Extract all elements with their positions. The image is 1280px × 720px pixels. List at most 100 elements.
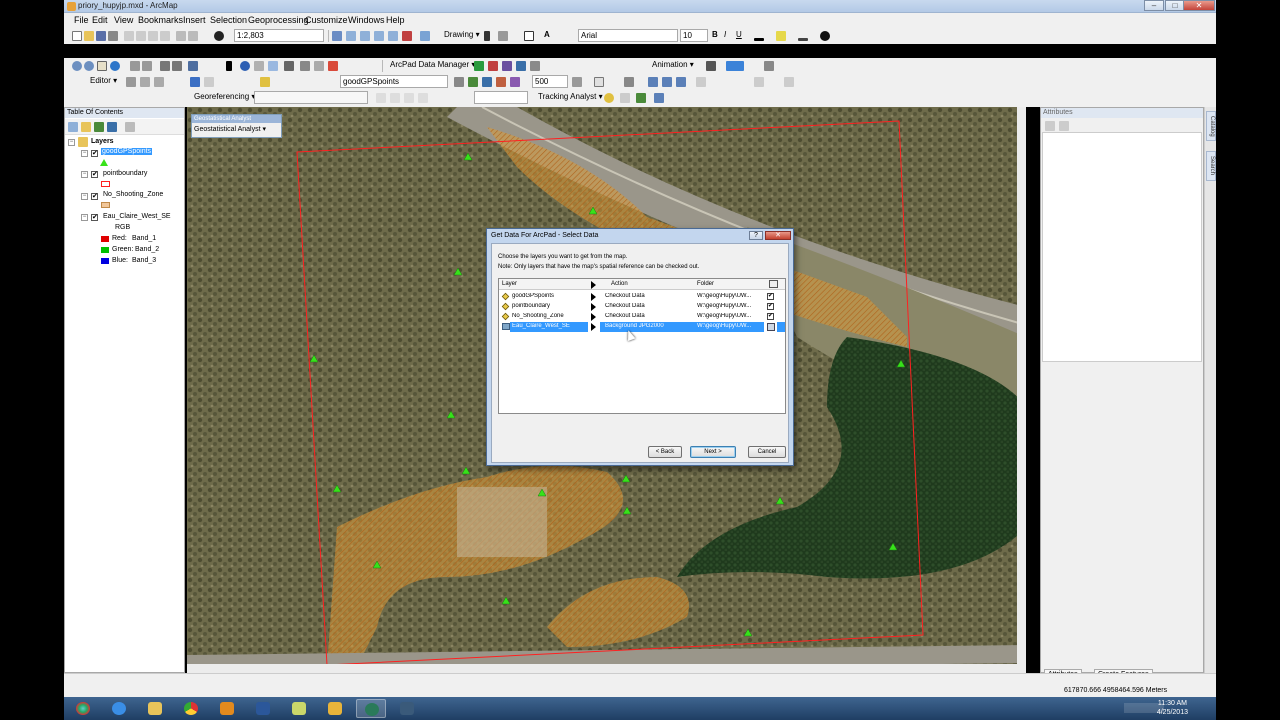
forward-extent-icon[interactable] (172, 61, 182, 71)
edit-tool-icon[interactable] (126, 77, 136, 87)
grid-row[interactable]: No_Shooting_Zone Checkout Data W:\geog\H… (499, 312, 785, 322)
editor-menu[interactable]: Editor ▾ (90, 76, 117, 85)
animation-export-icon[interactable] (676, 77, 686, 87)
effects-2-icon[interactable] (754, 77, 764, 87)
menu-file[interactable]: File (74, 15, 89, 25)
georef-table-icon[interactable] (418, 93, 428, 103)
list-by-source-icon[interactable] (81, 122, 91, 132)
attr-tool-2-icon[interactable] (1059, 121, 1069, 131)
layer-combo[interactable]: goodGPSpoints (340, 75, 448, 88)
arcpad-tools-icon[interactable] (502, 61, 512, 71)
geostatistical-analyst-menu[interactable]: Geostatistical Analyst ▾ (194, 125, 266, 133)
minimize-button[interactable]: – (1144, 0, 1164, 11)
line-color-icon[interactable] (798, 38, 808, 41)
menu-selection[interactable]: Selection (210, 15, 247, 25)
get-data-arcpad-2-icon[interactable] (488, 61, 498, 71)
pan-icon[interactable] (97, 61, 107, 71)
marker-color-icon[interactable] (820, 31, 830, 41)
row-options-icon[interactable] (767, 323, 775, 331)
add-data-icon[interactable] (214, 31, 224, 41)
arcpad-deploy-icon[interactable] (516, 61, 526, 71)
menu-customize[interactable]: Customize (305, 15, 348, 25)
fixed-zoom-out-icon[interactable] (142, 61, 152, 71)
map-horizontal-scrollbar[interactable] (187, 664, 1026, 673)
html-popup-icon[interactable] (268, 61, 278, 71)
grid-row[interactable]: pointboundary Checkout Data W:\geog\Hupy… (499, 302, 785, 312)
list-by-drawing-order-icon[interactable] (68, 122, 78, 132)
zoom-in-icon[interactable] (72, 61, 82, 71)
animation-manager-icon[interactable] (662, 77, 672, 87)
delete-icon[interactable] (160, 31, 170, 41)
animation-options-icon[interactable] (696, 77, 706, 87)
arcpad-line-icon[interactable] (496, 77, 506, 87)
toc-layer-no-shooting-zone[interactable]: No_Shooting_Zone (103, 191, 163, 198)
layer-selector-icon[interactable] (190, 77, 200, 87)
grid-row-selected[interactable]: Eau_Claire_West_SE Background JPG2000 W:… (499, 322, 785, 332)
map-vertical-scrollbar[interactable] (1017, 107, 1026, 664)
save-icon[interactable] (96, 31, 106, 41)
get-data-arcpad-icon[interactable] (474, 61, 484, 71)
dialog-close-button[interactable]: ✕ (765, 231, 791, 240)
menu-geoprocessing[interactable]: Geoprocessing (248, 15, 309, 25)
georeferencing-menu[interactable]: Georeferencing ▾ (194, 92, 255, 101)
maximize-button[interactable]: □ (1165, 0, 1185, 11)
find-icon[interactable] (300, 61, 310, 71)
playback-icon[interactable] (620, 93, 630, 103)
menu-view[interactable]: View (114, 15, 133, 25)
tracking-chart-icon[interactable] (654, 93, 664, 103)
row-folder[interactable]: W:\geog\Hupy\UW... (697, 323, 763, 329)
distance-spin-icon[interactable] (572, 77, 582, 87)
fill-color-icon[interactable] (776, 31, 786, 41)
go-to-xy-icon[interactable] (314, 61, 324, 71)
fixed-zoom-in-icon[interactable] (130, 61, 140, 71)
bold-button[interactable]: B (712, 30, 718, 39)
arcpad-point-icon[interactable] (482, 77, 492, 87)
font-color-icon[interactable] (754, 38, 764, 41)
tracking-analyst-menu[interactable]: Tracking Analyst ▾ (538, 92, 603, 101)
table-of-contents-icon[interactable] (346, 31, 356, 41)
georef-scale-input[interactable] (474, 91, 528, 104)
chrome-icon[interactable] (176, 699, 206, 718)
next-button[interactable]: Next > (690, 446, 736, 458)
layer-options-icon[interactable] (454, 77, 464, 87)
row-folder[interactable]: W:\geog\Hupy\UW... (697, 313, 763, 319)
copy-icon[interactable] (136, 31, 146, 41)
effects-icon[interactable] (764, 61, 774, 71)
animation-menu[interactable]: Animation ▾ (652, 60, 694, 69)
row-action[interactable]: Checkout Data (605, 303, 645, 309)
row-action[interactable]: Checkout Data (605, 293, 645, 299)
row-action[interactable]: Checkout Data (605, 313, 645, 319)
paste-icon[interactable] (148, 31, 158, 41)
word-icon[interactable] (248, 699, 278, 718)
back-extent-icon[interactable] (160, 61, 170, 71)
catalog-icon[interactable] (360, 31, 370, 41)
font-name-combo[interactable]: Arial (578, 29, 678, 42)
layers-expand-icon[interactable]: − (68, 139, 75, 146)
toc-options-icon[interactable] (125, 122, 135, 132)
toc-layer-pointboundary[interactable]: pointboundary (103, 170, 147, 177)
underline-button[interactable]: U (736, 30, 742, 39)
layer-expand-icon[interactable]: − (81, 214, 88, 221)
drawing-menu[interactable]: Drawing ▾ (444, 30, 480, 39)
select-all-icon[interactable] (769, 280, 778, 288)
toc-layer-goodgpspoints[interactable]: goodGPSpoints (101, 148, 153, 155)
row-action[interactable]: Background JPG2000 (605, 323, 664, 329)
print-icon[interactable] (108, 31, 118, 41)
select-pointer-icon[interactable] (226, 61, 232, 71)
georef-rotate-icon[interactable] (376, 93, 386, 103)
menu-bookmarks[interactable]: Bookmarks (138, 15, 183, 25)
arccatalog-icon[interactable] (320, 699, 350, 718)
font-size-combo[interactable]: 10 (680, 29, 708, 42)
cut-icon[interactable] (124, 31, 134, 41)
row-folder[interactable]: W:\geog\Hupy\UW... (697, 303, 763, 309)
attr-tool-icon[interactable] (1045, 121, 1055, 131)
notes-icon[interactable] (284, 699, 314, 718)
full-extent-icon[interactable] (110, 61, 120, 71)
catalog-tab[interactable]: Catalog (1206, 111, 1216, 141)
arcpad-check-in-icon[interactable] (468, 77, 478, 87)
toc-layer-eau-claire-west-se[interactable]: Eau_Claire_West_SE (103, 213, 171, 220)
animation-play-icon[interactable] (706, 61, 716, 71)
cancel-button[interactable]: Cancel (748, 446, 786, 458)
layer-visibility-checkbox[interactable]: ✔ (91, 214, 98, 221)
outlook-icon[interactable] (212, 699, 242, 718)
